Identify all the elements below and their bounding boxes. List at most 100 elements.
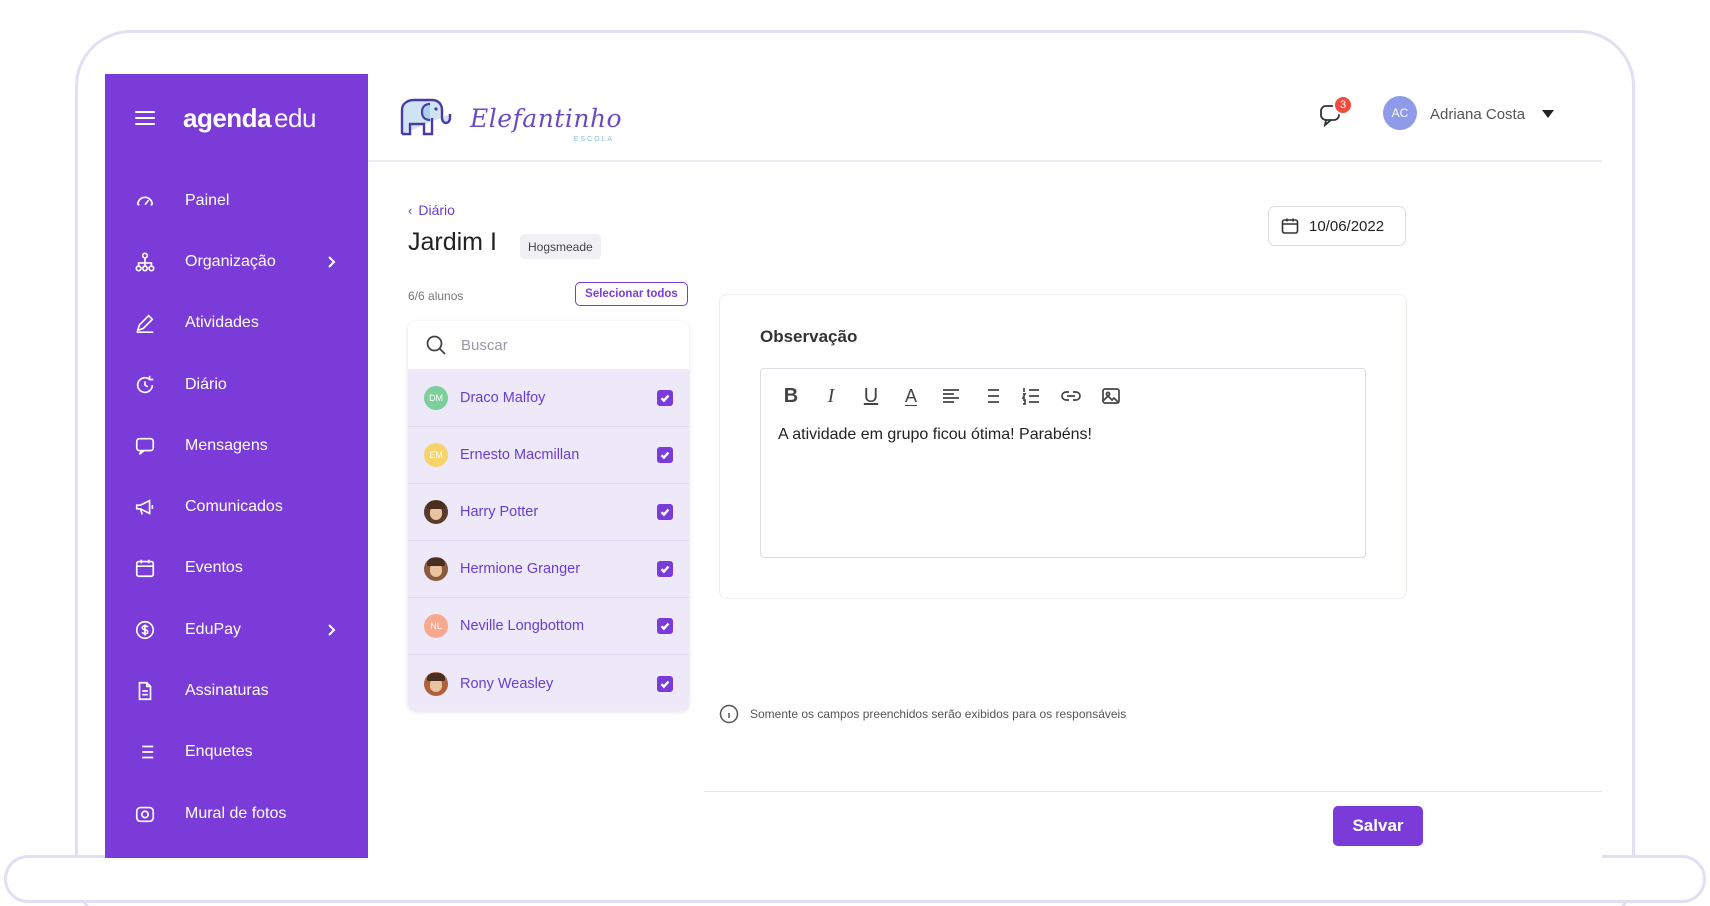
speedometer-icon bbox=[133, 189, 157, 213]
sidebar-item-label: Enquetes bbox=[185, 743, 253, 761]
hamburger-menu-icon[interactable] bbox=[135, 111, 155, 125]
select-all-button[interactable]: Selecionar todos bbox=[575, 282, 688, 306]
sidebar-item-mensagens[interactable]: Mensagens bbox=[105, 415, 368, 476]
sidebar-item-label: Assinaturas bbox=[185, 682, 269, 700]
checkmark-icon bbox=[660, 394, 670, 403]
student-row[interactable]: EM Ernesto Macmillan bbox=[408, 427, 689, 484]
calendar-icon bbox=[133, 556, 157, 580]
student-checkbox[interactable] bbox=[657, 675, 673, 692]
sidebar-item-atividades[interactable]: Atividades bbox=[105, 293, 368, 354]
sidebar-menu: Painel Organização Atividades Diário Men… bbox=[105, 162, 368, 844]
sidebar-item-comunicados[interactable]: Comunicados bbox=[105, 476, 368, 537]
observation-title: Observação bbox=[760, 327, 858, 346]
sidebar-header: agenda edu bbox=[105, 74, 368, 162]
bold-button[interactable]: B bbox=[771, 379, 811, 413]
school-logo[interactable]: Elefantinho ESCOLA bbox=[396, 94, 622, 143]
sidebar-item-enquetes[interactable]: Enquetes bbox=[105, 722, 368, 783]
sidebar-item-label: Atividades bbox=[185, 314, 259, 332]
checkmark-icon bbox=[660, 565, 670, 574]
underline-button[interactable]: U bbox=[851, 379, 891, 413]
observation-card: Observação B I U A A atividade em grupo … bbox=[719, 294, 1407, 599]
student-row[interactable]: NL Neville Longbottom bbox=[408, 598, 689, 655]
align-left-button[interactable] bbox=[931, 379, 971, 413]
sidebar-item-eventos[interactable]: Eventos bbox=[105, 538, 368, 599]
student-checkbox[interactable] bbox=[657, 504, 673, 520]
caret-down-icon[interactable] bbox=[1542, 110, 1554, 118]
checkmark-icon bbox=[660, 680, 670, 688]
message-icon bbox=[133, 434, 157, 458]
sidebar-item-organizacao[interactable]: Organização bbox=[105, 231, 368, 292]
chevron-left-icon: ‹ bbox=[408, 202, 413, 218]
chevron-right-icon bbox=[324, 255, 338, 269]
date-picker[interactable]: 10/06/2022 bbox=[1268, 206, 1406, 246]
link-button[interactable] bbox=[1051, 379, 1091, 413]
laptop-base bbox=[4, 855, 1706, 903]
student-row[interactable]: Hermione Granger bbox=[408, 541, 689, 598]
checkmark-icon bbox=[660, 451, 670, 460]
sidebar-item-label: Mural de fotos bbox=[185, 804, 287, 822]
student-checkbox[interactable] bbox=[657, 447, 673, 463]
student-avatar bbox=[424, 557, 448, 581]
editor-toolbar: B I U A bbox=[771, 379, 1131, 413]
sidebar-item-painel[interactable]: Painel bbox=[105, 170, 368, 231]
logo-bold: agenda bbox=[183, 102, 272, 133]
sidebar-item-mural-de-fotos[interactable]: Mural de fotos bbox=[105, 783, 368, 844]
font-color-button[interactable]: A bbox=[891, 379, 931, 413]
sidebar-item-assinaturas[interactable]: Assinaturas bbox=[105, 660, 368, 721]
student-name: Ernesto Macmillan bbox=[460, 447, 580, 463]
student-name: Draco Malfoy bbox=[460, 390, 546, 406]
align-left-icon bbox=[943, 389, 959, 403]
megaphone-icon bbox=[133, 495, 157, 519]
refresh-clock-icon bbox=[133, 373, 157, 397]
sidebar-item-edupay[interactable]: EduPay bbox=[105, 599, 368, 660]
save-button[interactable]: Salvar bbox=[1333, 806, 1423, 846]
student-checkbox[interactable] bbox=[657, 561, 673, 577]
dollar-icon bbox=[133, 618, 157, 642]
main-content: ‹ Diário Jardim I Hogsmeade 10/06/2022 6… bbox=[368, 164, 1602, 858]
numbered-list-button[interactable] bbox=[1011, 379, 1051, 413]
calendar-icon bbox=[1281, 218, 1299, 234]
student-checkbox[interactable] bbox=[657, 390, 673, 406]
date-value: 10/06/2022 bbox=[1309, 217, 1385, 235]
student-row[interactable]: Harry Potter bbox=[408, 484, 689, 541]
app-screen: agenda edu Painel Organização Atividades … bbox=[105, 74, 1602, 858]
checkmark-icon bbox=[660, 622, 670, 631]
search-bar bbox=[408, 321, 689, 370]
school-name-sub: ESCOLA bbox=[573, 136, 615, 143]
sidebar-item-diario[interactable]: Diário bbox=[105, 354, 368, 415]
student-avatar: EM bbox=[424, 443, 448, 467]
user-name[interactable]: Adriana Costa bbox=[1430, 106, 1525, 123]
student-checkbox[interactable] bbox=[657, 618, 673, 634]
image-button[interactable] bbox=[1091, 379, 1131, 413]
sidebar-item-label: Comunicados bbox=[185, 498, 283, 516]
sidebar-item-label: Eventos bbox=[185, 559, 243, 577]
student-row[interactable]: Rony Weasley bbox=[408, 655, 689, 711]
student-list-panel: DM Draco Malfoy EM Ernesto Macmillan Harry P… bbox=[408, 321, 689, 711]
rich-text-editor[interactable]: B I U A A atividade em grupo ficou ótima… bbox=[760, 368, 1366, 558]
italic-button[interactable]: I bbox=[811, 379, 851, 413]
student-count: 6/6 alunos bbox=[408, 289, 464, 303]
bullet-list-button[interactable] bbox=[971, 379, 1011, 413]
info-hint: Somente os campos preenchidos serão exib… bbox=[719, 704, 1126, 724]
student-row[interactable]: DM Draco Malfoy bbox=[408, 370, 689, 427]
info-icon bbox=[719, 704, 739, 724]
top-bar: Elefantinho ESCOLA 3 AC Adriana Costa bbox=[368, 74, 1602, 162]
chat-notifications-button[interactable]: 3 bbox=[1318, 95, 1353, 133]
observation-text[interactable]: A atividade em grupo ficou ótima! Parabé… bbox=[778, 426, 1092, 444]
student-avatar: DM bbox=[424, 386, 448, 410]
sidebar-item-label: EduPay bbox=[185, 620, 242, 638]
student-name: Hermione Granger bbox=[460, 561, 581, 577]
school-name-text: Elefantinho bbox=[470, 104, 623, 133]
sidebar-item-label: Painel bbox=[185, 191, 230, 209]
breadcrumb-link[interactable]: Diário bbox=[418, 202, 455, 218]
image-icon bbox=[1102, 388, 1120, 404]
avatar[interactable]: AC bbox=[1383, 96, 1417, 130]
student-avatar bbox=[424, 500, 448, 524]
list-icon bbox=[133, 740, 157, 764]
agendaedu-logo[interactable]: agenda edu bbox=[183, 103, 316, 134]
search-icon bbox=[426, 335, 446, 355]
breadcrumb[interactable]: ‹ Diário bbox=[408, 202, 455, 218]
divider bbox=[704, 791, 1602, 792]
student-avatar: NL bbox=[424, 614, 448, 638]
search-input[interactable] bbox=[461, 336, 661, 354]
